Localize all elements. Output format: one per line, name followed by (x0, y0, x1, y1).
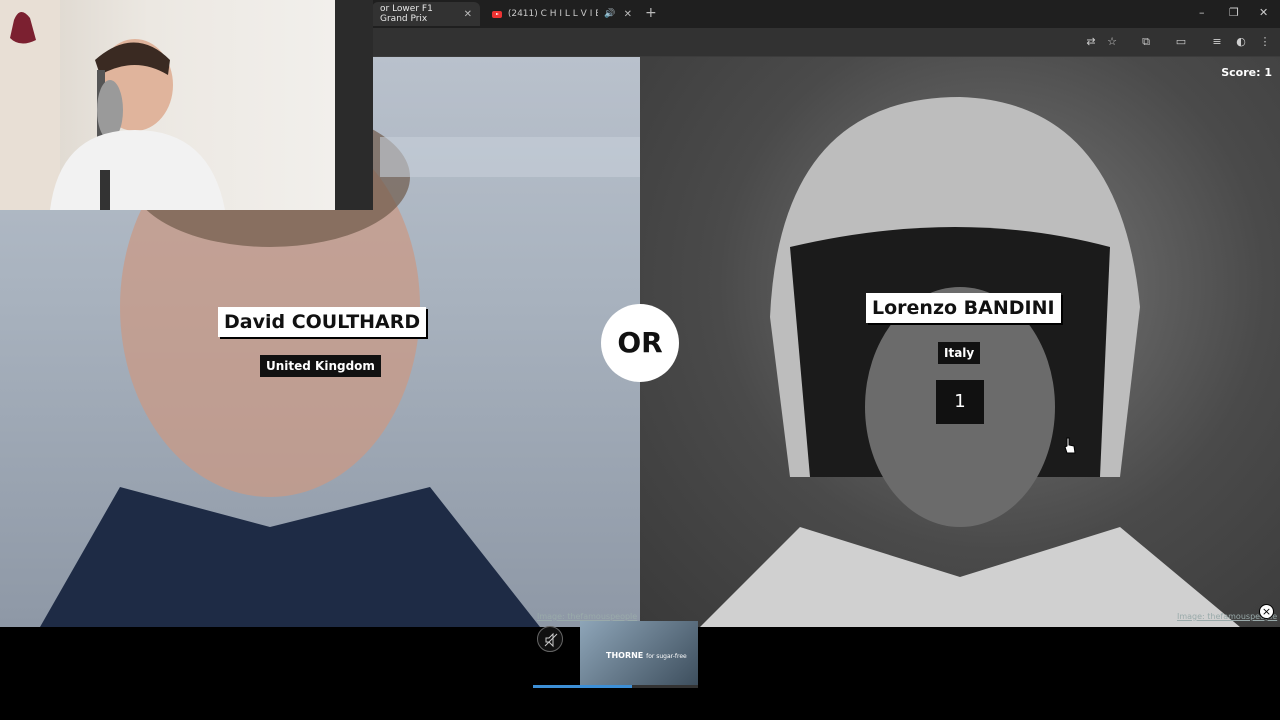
youtube-icon (492, 10, 502, 18)
driver-name-right: Lorenzo BANDINI (866, 293, 1061, 323)
extensions-icon[interactable]: ⧉ (1139, 35, 1153, 49)
close-window-button[interactable]: ✕ (1259, 6, 1268, 19)
score-counter: Score: 1 (1221, 66, 1272, 79)
profile-icon[interactable]: ◐ (1234, 35, 1248, 49)
driver-name-left: David COULTHARD (218, 307, 427, 337)
ad-progress-fill (533, 685, 632, 688)
tab-youtube[interactable]: (2411) C H I L L V I B E S | C 🔊 ✕ (484, 2, 640, 26)
menu-icon[interactable]: ⋮ (1258, 35, 1272, 49)
new-tab-button[interactable]: + (645, 5, 657, 21)
mute-ad-button[interactable] (537, 626, 563, 652)
reading-list-icon[interactable]: ≡ (1210, 35, 1224, 49)
streamer-video (0, 0, 373, 210)
tab-title: (2411) C H I L L V I B E S | C (507, 9, 599, 19)
or-badge: OR (601, 304, 679, 382)
ad-progress-bar (533, 685, 698, 688)
screen: or Lower F1 Grand Prix ✕ (2411) C H I L … (0, 0, 1280, 720)
tab-close-icon[interactable]: ✕ (464, 9, 472, 20)
driver-country-left: United Kingdom (260, 355, 381, 377)
hand-cursor-icon (1064, 437, 1076, 454)
tab-f1-game[interactable]: or Lower F1 Grand Prix ✕ (372, 2, 480, 26)
bookmark-star-icon[interactable]: ☆ (1105, 35, 1119, 49)
minimize-button[interactable]: – (1199, 6, 1205, 19)
ad-brand: THORNE for sugar-free (606, 651, 687, 660)
driver-country-right: Italy (938, 342, 981, 364)
image-credit-left[interactable]: Image: thefamouspeople (537, 612, 637, 621)
speaker-icon[interactable]: 🔊 (604, 9, 615, 19)
webcam-overlay (0, 0, 373, 210)
tab-close-icon[interactable]: ✕ (624, 9, 632, 20)
close-ad-button[interactable]: × (1259, 604, 1274, 619)
tab-title: or Lower F1 Grand Prix (380, 4, 433, 24)
driver-value-right: 1 (936, 380, 984, 424)
mute-icon (544, 632, 558, 648)
restore-button[interactable]: ❐ (1229, 6, 1239, 19)
translate-icon[interactable]: ⇄ (1084, 35, 1098, 49)
media-icon[interactable]: ▭ (1174, 35, 1188, 49)
